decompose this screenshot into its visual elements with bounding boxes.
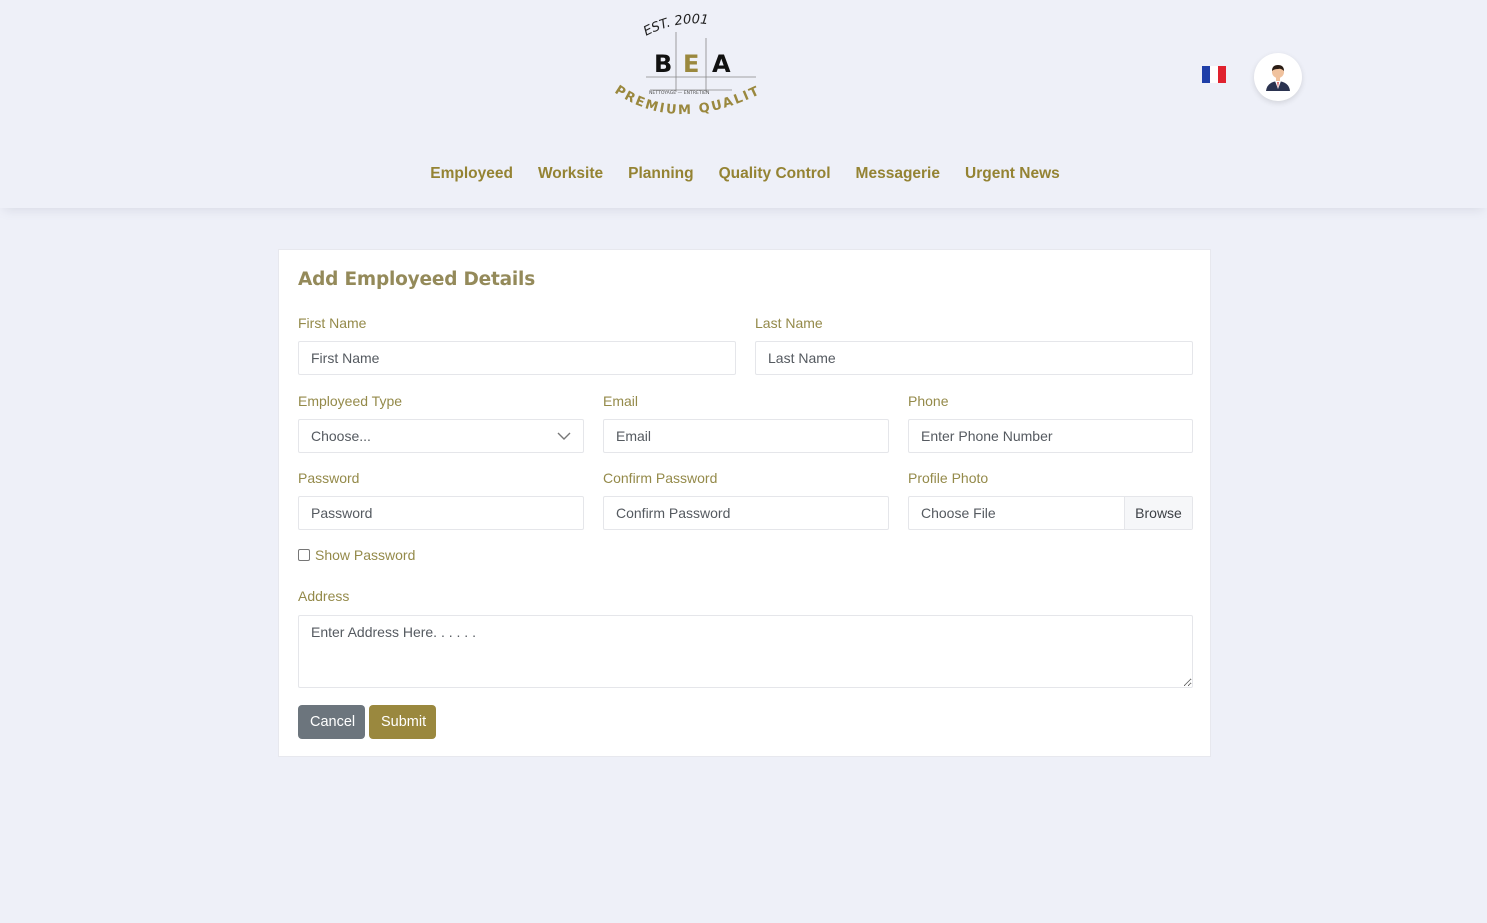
confirm-password-input[interactable] (603, 496, 889, 530)
submit-button[interactable]: Submit (369, 705, 436, 739)
phone-label: Phone (908, 393, 949, 409)
email-label: Email (603, 393, 639, 409)
phone-input[interactable] (908, 419, 1193, 453)
first-name-label: First Name (298, 315, 367, 331)
main-nav: Employeed Worksite Planning Quality Cont… (0, 164, 1487, 184)
last-name-label: Last Name (755, 315, 823, 331)
file-input-text: Choose File (921, 505, 996, 521)
confirm-password-label: Confirm Password (603, 470, 718, 486)
nav-employeed[interactable]: Employeed (430, 164, 513, 184)
chevron-down-icon (557, 432, 571, 440)
svg-text:EST. 2001: EST. 2001 (641, 12, 709, 39)
top-header: EST. 2001 B E A NETTOYAGE — ENTRETIEN PR… (0, 0, 1487, 208)
show-password-checkbox[interactable] (298, 549, 310, 561)
show-password-toggle[interactable]: Show Password (298, 547, 415, 563)
france-flag-icon[interactable] (1202, 66, 1226, 83)
user-avatar-icon[interactable] (1254, 53, 1302, 101)
employeed-type-value: Choose... (311, 428, 371, 444)
logo-letter-e: E (683, 50, 699, 78)
nav-messagerie[interactable]: Messagerie (856, 164, 940, 184)
profile-photo-label: Profile Photo (908, 470, 989, 486)
employeed-type-label: Employeed Type (298, 393, 403, 409)
logo-letter-a: A (712, 50, 731, 78)
address-textarea[interactable] (298, 615, 1193, 688)
password-label: Password (298, 470, 360, 486)
nav-urgent-news[interactable]: Urgent News (965, 164, 1060, 184)
cancel-button[interactable]: Cancel (298, 705, 365, 739)
address-label: Address (298, 588, 350, 604)
first-name-input[interactable] (298, 341, 736, 375)
employeed-type-select[interactable]: Choose... (298, 419, 584, 453)
show-password-label: Show Password (315, 547, 416, 563)
nav-worksite[interactable]: Worksite (538, 164, 603, 184)
profile-photo-file-input[interactable]: Choose File Browse (908, 496, 1193, 530)
nav-planning[interactable]: Planning (628, 164, 693, 184)
logo-subtitle: NETTOYAGE — ENTRETIEN (649, 90, 709, 96)
logo-letter-b: B (654, 50, 672, 78)
password-input[interactable] (298, 496, 584, 530)
form-title: Add Employeed Details (298, 269, 536, 290)
bea-logo[interactable]: EST. 2001 B E A NETTOYAGE — ENTRETIEN PR… (606, 8, 770, 130)
nav-quality-control[interactable]: Quality Control (719, 164, 831, 184)
add-employeed-form-card: Add Employeed Details First Name Last Na… (278, 249, 1211, 757)
logo-est-text: EST. 2001 (641, 12, 709, 39)
browse-button[interactable]: Browse (1124, 497, 1192, 529)
email-input[interactable] (603, 419, 889, 453)
last-name-input[interactable] (755, 341, 1193, 375)
avatar-person-icon (1266, 65, 1290, 91)
